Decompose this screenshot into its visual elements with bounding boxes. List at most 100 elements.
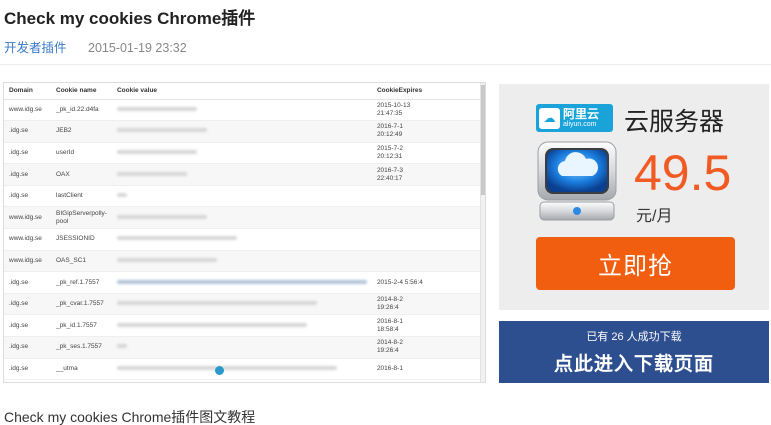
cookie-name: _pk_ses.1.7557 <box>51 336 112 359</box>
cookie-name: _pk_id.22.d4fa <box>51 99 112 122</box>
cookie-domain: www.idg.se <box>4 206 51 230</box>
cookie-expires: 2016-8-1 <box>371 358 480 381</box>
table-row: www.idg.se BIGipServerpolly-pool <box>4 206 480 230</box>
cookie-expires: 2015-2-4 5:56:4 <box>371 271 480 294</box>
cookie-expires: 2016-7-1 20:12:49 <box>371 120 480 143</box>
blurred-value <box>116 365 337 370</box>
cookie-domain: www.idg.se <box>4 99 51 122</box>
blurred-value <box>116 279 367 284</box>
cookie-value <box>111 99 372 122</box>
cookie-expires: 2015-7-2 20:12:31 <box>371 142 480 165</box>
cookie-value <box>111 142 372 165</box>
cookie-value <box>111 185 372 208</box>
divider <box>0 64 771 65</box>
blurred-value <box>116 322 307 327</box>
logo-subtext: aliyun.com <box>563 121 597 128</box>
cookie-value <box>111 336 372 359</box>
download-button[interactable]: 已有 26 人成功下载 点此进入下载页面 <box>499 321 769 383</box>
cookie-name: JSESSIONID <box>51 228 112 251</box>
table-row: .idg.se _pk_id.1.7557 2016-8-1 18:58:4 <box>4 314 480 338</box>
cookie-expires: 2015-10-13 21:47:35 <box>371 99 480 122</box>
blurred-value <box>116 149 197 154</box>
cookie-name: _pk_id.1.7557 <box>51 314 112 338</box>
product-name: 云服务器 <box>624 108 725 136</box>
blurred-value <box>116 214 207 219</box>
cookie-name: BIGipServerpolly-pool <box>51 206 112 230</box>
cookie-name: userId <box>51 142 112 165</box>
cookie-domain: www.idg.se <box>4 228 51 251</box>
cookie-domain: .idg.se <box>4 185 51 208</box>
cookie-value <box>111 206 372 230</box>
cookie-table: Domain Cookie name Cookie value CookieEx… <box>4 83 480 381</box>
price: 49.5 <box>634 145 732 201</box>
cookie-expires <box>371 185 480 208</box>
price-unit: 元/月 <box>636 208 673 225</box>
blurred-value <box>116 257 217 262</box>
cookie-name: __utma <box>51 358 112 381</box>
cookie-value <box>111 271 372 294</box>
cookie-expires <box>371 250 480 273</box>
cookie-domain: .idg.se <box>4 336 51 359</box>
cookie-name: JEB2 <box>51 120 112 143</box>
cookie-domain: .idg.se <box>4 271 51 294</box>
blurred-value <box>116 171 187 176</box>
category-link[interactable]: 开发者插件 <box>4 41 67 55</box>
blurred-value <box>116 236 237 241</box>
logo-text: 阿里云 <box>563 107 600 121</box>
cookie-domain: www.idg.se <box>4 250 51 273</box>
scrollbar[interactable] <box>480 83 485 382</box>
cookie-value <box>111 250 372 273</box>
blurred-value <box>116 344 127 349</box>
cookie-expires <box>371 206 480 230</box>
table-header-row: Domain Cookie name Cookie value CookieEx… <box>4 83 480 100</box>
column-header-value: Cookie value <box>111 83 372 100</box>
cookie-value <box>111 314 372 338</box>
section-caption: Check my cookies Chrome插件图文教程 <box>4 409 256 425</box>
column-header-expires: CookieExpires <box>371 83 480 100</box>
cookie-value <box>111 228 372 251</box>
cookie-name: OAX <box>51 163 112 186</box>
table-row: .idg.se lastClient <box>4 185 480 208</box>
cookie-expires: 2016-7-3 22:40:17 <box>371 163 480 186</box>
cookie-domain: .idg.se <box>4 358 51 381</box>
blurred-value <box>116 128 207 133</box>
table-row: www.idg.se _pk_id.22.d4fa 2015-10-13 21:47:… <box>4 99 480 122</box>
cookie-name: _pk_ref.1.7557 <box>51 271 112 294</box>
cloud-server-icon <box>537 141 617 221</box>
table-row: .idg.se JEB2 2016-7-1 20:12:49 <box>4 120 480 143</box>
table-row: .idg.se userId 2015-7-2 20:12:31 <box>4 142 480 165</box>
page-title: Check my cookies Chrome插件 <box>4 9 256 28</box>
download-link-label: 点此进入下载页面 <box>553 354 714 375</box>
table-row: www.idg.se JSESSIONID <box>4 228 480 251</box>
cookie-value <box>111 163 372 186</box>
aliyun-ad[interactable]: ☁ 阿里云 aliyun.com 云服务器 49.5 元/月 立即抢 <box>499 84 769 310</box>
cursor-dot <box>215 366 224 375</box>
cookie-table-screenshot: Domain Cookie name Cookie value CookieEx… <box>3 82 486 383</box>
table-row: .idg.se __utma 2016-8-1 <box>4 358 480 381</box>
cookie-name: OAS_SC1 <box>51 250 112 273</box>
cookie-domain: .idg.se <box>4 163 51 186</box>
cookie-expires <box>371 228 480 251</box>
download-count: 已有 26 人成功下载 <box>586 331 682 343</box>
table-row: .idg.se _pk_cvar.1.7557 2014-8-2 19:26:4 <box>4 293 480 316</box>
scrollbar-thumb[interactable] <box>481 85 485 195</box>
table-row: .idg.se OAX 2016-7-3 22:40:17 <box>4 163 480 186</box>
cookie-value <box>111 293 372 316</box>
cookie-expires: 2014-8-2 19:26:4 <box>371 336 480 359</box>
cookie-value <box>111 120 372 143</box>
blurred-value <box>116 106 197 111</box>
cookie-name: lastClient <box>51 185 112 208</box>
cookie-expires: 2014-8-2 19:26:4 <box>371 293 480 316</box>
table-row: .idg.se _pk_ses.1.7557 2014-8-2 19:26:4 <box>4 336 480 359</box>
column-header-domain: Domain <box>4 83 51 100</box>
article-meta: 开发者插件 2015-01-19 23:32 <box>4 37 187 56</box>
buy-now-button[interactable]: 立即抢 <box>536 237 735 290</box>
cookie-value <box>111 358 372 381</box>
blurred-value <box>116 193 127 198</box>
cookie-domain: .idg.se <box>4 314 51 338</box>
cookie-name: _pk_cvar.1.7557 <box>51 293 112 316</box>
aliyun-logo: ☁ 阿里云 aliyun.com <box>536 104 613 132</box>
publish-date: 2015-01-19 23:32 <box>88 41 187 55</box>
cookie-domain: .idg.se <box>4 142 51 165</box>
blurred-value <box>116 301 317 306</box>
